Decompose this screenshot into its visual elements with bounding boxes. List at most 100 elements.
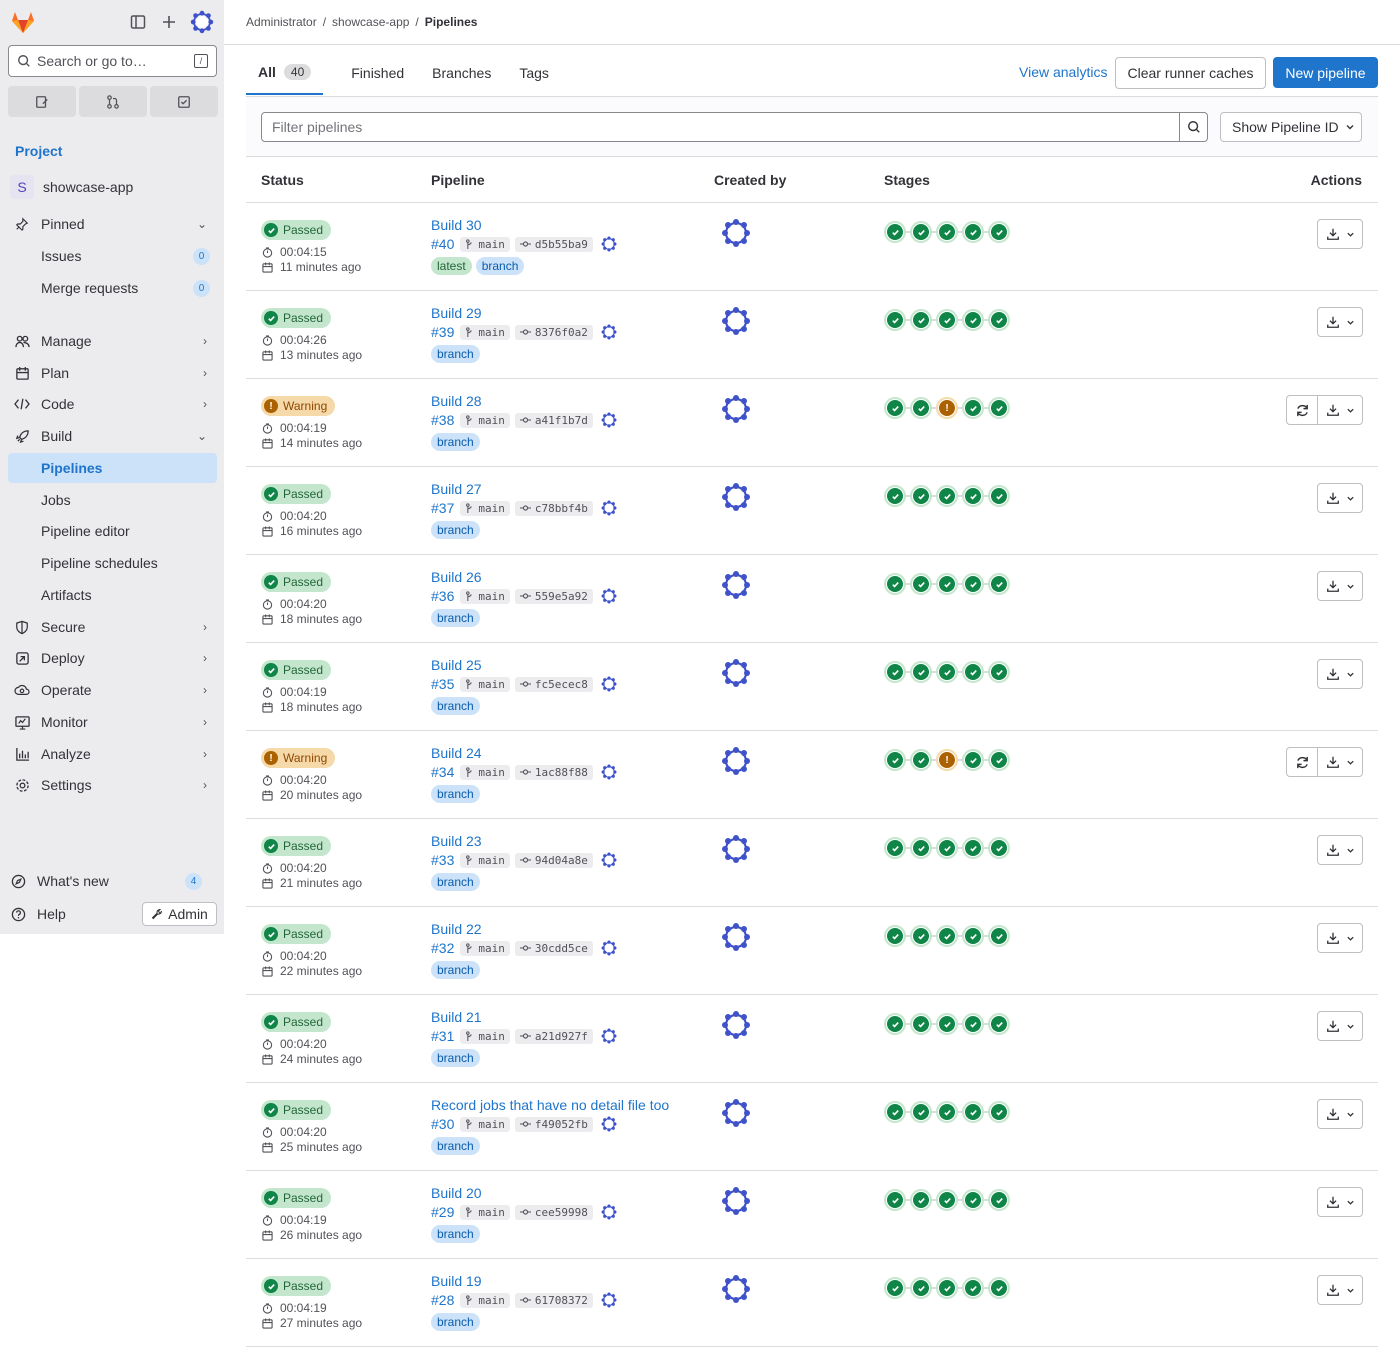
stage-success-icon[interactable]: [962, 485, 984, 507]
stage-success-icon[interactable]: [936, 309, 958, 331]
pipeline-id-link[interactable]: #33: [431, 852, 454, 868]
sidebar-item-issues[interactable]: Issues 0: [8, 241, 217, 271]
commit-sha[interactable]: f49052fb: [514, 1116, 593, 1132]
status-badge[interactable]: Passed: [261, 836, 332, 856]
pipeline-name-link[interactable]: Build 25: [431, 657, 482, 673]
gitlab-logo-icon[interactable]: [10, 9, 36, 35]
stage-success-icon[interactable]: [884, 1189, 906, 1211]
tab-branches[interactable]: Branches: [432, 50, 491, 95]
commit-sha[interactable]: a21d927f: [514, 1028, 593, 1044]
tab-tags[interactable]: Tags: [519, 50, 549, 95]
stage-success-icon[interactable]: [988, 837, 1010, 859]
branch-ref[interactable]: main: [460, 940, 510, 956]
pipeline-name-link[interactable]: Build 24: [431, 745, 482, 761]
stage-success-icon[interactable]: [884, 661, 906, 683]
status-badge[interactable]: ! Warning: [261, 748, 336, 768]
stage-success-icon[interactable]: [988, 485, 1010, 507]
commit-author-avatar[interactable]: [601, 1116, 617, 1132]
commit-sha[interactable]: fc5ecec8: [514, 676, 593, 692]
stage-success-icon[interactable]: [988, 397, 1010, 419]
sidebar-item-pinned[interactable]: Pinned ⌄: [8, 209, 217, 239]
status-badge[interactable]: Passed: [261, 572, 332, 592]
branch-ref[interactable]: main: [460, 588, 510, 604]
clear-runner-caches-button[interactable]: Clear runner caches: [1115, 57, 1266, 89]
commit-sha[interactable]: 559e5a92: [514, 588, 593, 604]
stage-success-icon[interactable]: [910, 1277, 932, 1299]
commit-sha[interactable]: 8376f0a2: [514, 324, 593, 340]
stage-success-icon[interactable]: [936, 221, 958, 243]
sidebar-item-pipeline-schedules[interactable]: Pipeline schedules: [8, 548, 217, 578]
stage-success-icon[interactable]: [988, 1277, 1010, 1299]
view-analytics-link[interactable]: View analytics: [1019, 64, 1107, 80]
stage-success-icon[interactable]: [884, 1013, 906, 1035]
download-artifacts-button[interactable]: [1317, 1011, 1363, 1041]
show-pipeline-id-dropdown[interactable]: Show Pipeline ID: [1220, 112, 1362, 142]
commit-sha[interactable]: 94d04a8e: [514, 852, 593, 868]
pipeline-name-link[interactable]: Build 19: [431, 1273, 482, 1289]
filter-search-button[interactable]: [1179, 112, 1208, 142]
new-pipeline-button[interactable]: New pipeline: [1273, 57, 1378, 88]
sidebar-item-settings[interactable]: Settings ›: [8, 770, 217, 800]
created-by-avatar[interactable]: [721, 834, 751, 864]
stage-success-icon[interactable]: [936, 1189, 958, 1211]
stage-success-icon[interactable]: [884, 1101, 906, 1123]
created-by-avatar[interactable]: [721, 922, 751, 952]
stage-success-icon[interactable]: [936, 661, 958, 683]
branch-ref[interactable]: main: [460, 236, 510, 252]
breadcrumb-item[interactable]: showcase-app: [332, 15, 409, 29]
branch-ref[interactable]: main: [460, 1292, 510, 1308]
commit-author-avatar[interactable]: [601, 412, 617, 428]
stage-success-icon[interactable]: [884, 573, 906, 595]
branch-ref[interactable]: main: [460, 324, 510, 340]
stage-success-icon[interactable]: [962, 573, 984, 595]
created-by-avatar[interactable]: [721, 1098, 751, 1128]
commit-author-avatar[interactable]: [601, 764, 617, 780]
commit-author-avatar[interactable]: [601, 324, 617, 340]
stage-success-icon[interactable]: [910, 1013, 932, 1035]
branch-ref[interactable]: main: [460, 412, 510, 428]
stage-success-icon[interactable]: [988, 1101, 1010, 1123]
stage-success-icon[interactable]: [910, 221, 932, 243]
stage-success-icon[interactable]: [988, 749, 1010, 771]
stage-success-icon[interactable]: [936, 1013, 958, 1035]
created-by-avatar[interactable]: [721, 482, 751, 512]
pipeline-id-link[interactable]: #32: [431, 940, 454, 956]
created-by-avatar[interactable]: [721, 218, 751, 248]
sidebar-item-pipelines[interactable]: Pipelines: [8, 453, 217, 483]
stage-success-icon[interactable]: [988, 661, 1010, 683]
breadcrumb-current[interactable]: Pipelines: [425, 15, 478, 29]
sidebar-item-merge-requests[interactable]: Merge requests 0: [8, 273, 217, 303]
created-by-avatar[interactable]: [721, 1274, 751, 1304]
pipeline-id-link[interactable]: #30: [431, 1116, 454, 1132]
branch-ref[interactable]: main: [460, 764, 510, 780]
download-artifacts-button[interactable]: [1317, 923, 1363, 953]
stage-success-icon[interactable]: [910, 485, 932, 507]
stage-success-icon[interactable]: [884, 221, 906, 243]
stage-success-icon[interactable]: [910, 1189, 932, 1211]
merge-requests-quick-button[interactable]: [79, 86, 147, 117]
stage-success-icon[interactable]: [962, 221, 984, 243]
commit-sha[interactable]: 30cdd5ce: [514, 940, 593, 956]
stage-success-icon[interactable]: [962, 1013, 984, 1035]
commit-sha[interactable]: 61708372: [514, 1292, 593, 1308]
breadcrumb-item[interactable]: Administrator: [246, 15, 317, 29]
stage-success-icon[interactable]: [988, 221, 1010, 243]
status-badge[interactable]: Passed: [261, 1012, 332, 1032]
stage-success-icon[interactable]: [936, 573, 958, 595]
sidebar-item-analyze[interactable]: Analyze ›: [8, 739, 217, 769]
branch-ref[interactable]: main: [460, 852, 510, 868]
pipeline-name-link[interactable]: Build 29: [431, 305, 482, 321]
created-by-avatar[interactable]: [721, 1010, 751, 1040]
commit-sha[interactable]: cee59998: [514, 1204, 593, 1220]
stage-success-icon[interactable]: [910, 1101, 932, 1123]
stage-success-icon[interactable]: [988, 1189, 1010, 1211]
sidebar-project[interactable]: S showcase-app: [8, 175, 133, 199]
stage-success-icon[interactable]: [910, 573, 932, 595]
sidebar-item-operate[interactable]: Operate ›: [8, 675, 217, 705]
sidebar-item-plan[interactable]: Plan ›: [8, 358, 217, 388]
pipeline-id-link[interactable]: #37: [431, 500, 454, 516]
stage-success-icon[interactable]: [988, 309, 1010, 331]
stage-success-icon[interactable]: [962, 1277, 984, 1299]
pipeline-name-link[interactable]: Build 27: [431, 481, 482, 497]
commit-author-avatar[interactable]: [601, 500, 617, 516]
